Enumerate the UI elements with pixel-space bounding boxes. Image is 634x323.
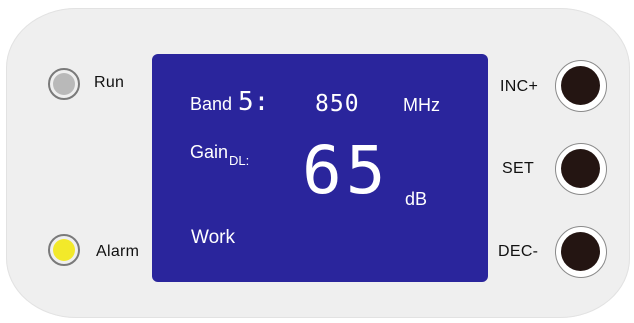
run-label: Run — [94, 74, 125, 91]
band-unit: MHz — [403, 95, 440, 115]
band-frequency-value: 850 — [315, 91, 360, 117]
set-button-label: SET — [502, 160, 535, 177]
alarm-led-lamp — [53, 239, 75, 261]
gain-label: GainDL: — [190, 142, 249, 168]
inc-button-label: INC+ — [500, 78, 539, 95]
round-push-button-icon — [561, 232, 600, 271]
gain-value: 65 — [302, 132, 390, 209]
band-label: Band — [190, 94, 233, 114]
alarm-indicator-led — [48, 234, 80, 266]
alarm-label: Alarm — [96, 243, 140, 260]
set-button[interactable] — [555, 143, 607, 195]
gain-label-text: Gain — [190, 142, 229, 162]
band-number: 5: — [238, 87, 270, 117]
dec-button[interactable] — [555, 226, 607, 278]
round-push-button-icon — [561, 66, 600, 105]
lcd-display: Band 5: 850 MHz GainDL: 65 dB Work — [152, 54, 488, 282]
run-indicator-led — [48, 68, 80, 100]
gain-unit: dB — [405, 189, 428, 209]
gain-subscript: DL: — [229, 153, 250, 168]
run-led-lamp — [53, 73, 75, 95]
dec-button-label: DEC- — [498, 243, 539, 260]
round-push-button-icon — [561, 149, 600, 188]
inc-button[interactable] — [555, 60, 607, 112]
status-text: Work — [191, 227, 235, 248]
